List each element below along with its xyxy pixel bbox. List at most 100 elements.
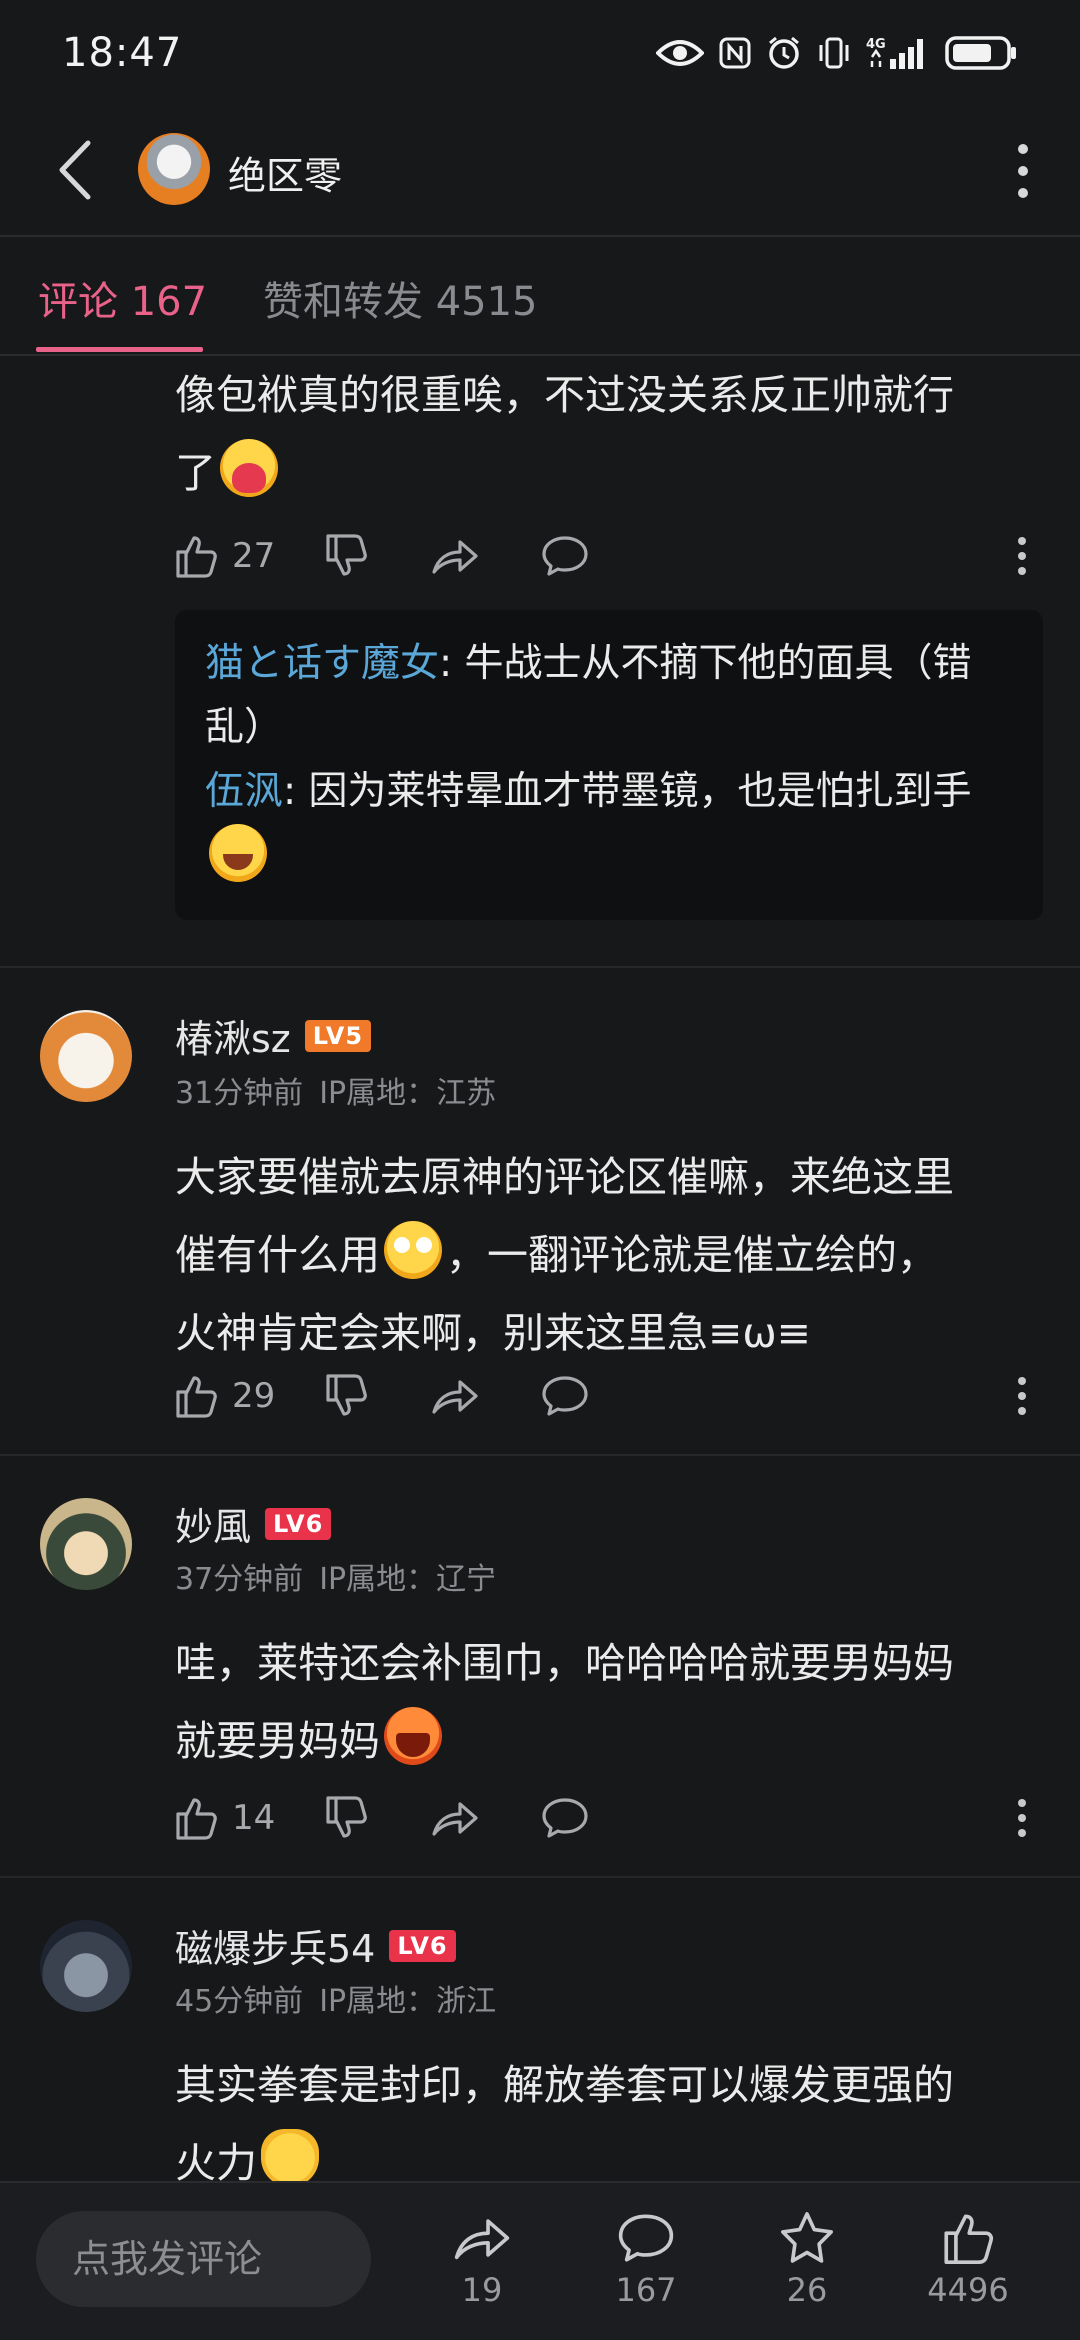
like-count: 27: [232, 536, 276, 576]
comment-count: 167: [615, 2271, 677, 2309]
username-text[interactable]: 椿湫sz: [175, 1008, 291, 1063]
cat-emoji-icon: [261, 2129, 319, 2181]
nfc-icon: [719, 37, 751, 68]
comment-time: 37分钟前: [175, 1562, 304, 1597]
comment-divider: [0, 1454, 1080, 1456]
comment-text: 其实拳套是封印，解放拳套可以爆发更强的 火力: [175, 2046, 1045, 2181]
like-button[interactable]: 27: [172, 532, 282, 580]
comment-text-line: 像包袱真的很重唉，不过没关系反正帅就行: [175, 371, 954, 419]
favorite-action[interactable]: 26: [747, 2209, 867, 2309]
avatar[interactable]: [40, 1010, 132, 1102]
share-button[interactable]: [430, 1372, 480, 1420]
reply-item: 伍沨: 因为莱特晕血才带墨镜，也是怕扎到手: [205, 760, 1013, 892]
username-text[interactable]: 妙風: [175, 1496, 251, 1551]
reply-preview-box[interactable]: 猫と话す魔女: 牛战士从不摘下他的面具（错乱） 伍沨: 因为莱特晕血才带墨镜，也…: [175, 610, 1043, 920]
like-count: 14: [232, 1798, 276, 1838]
comment-text-line: 火神肯定会来啊，别来这里急≡ω≡: [175, 1309, 812, 1357]
username-text[interactable]: 磁爆步兵54: [175, 1918, 375, 1973]
comment-meta: 45分钟前 IP属地：浙江: [175, 1976, 512, 2020]
like-count: 4496: [927, 2271, 1009, 2309]
like-button[interactable]: 29: [172, 1372, 282, 1420]
level-badge: LV6: [389, 1929, 456, 1962]
page-title[interactable]: 绝区零: [228, 145, 342, 200]
comment-bubble-icon: [542, 536, 588, 576]
comment-more-icon[interactable]: [1016, 1376, 1028, 1416]
reply-item: 猫と话す魔女: 牛战士从不摘下他的面具（错乱）: [205, 632, 1013, 760]
comment-text-line: 催有什么用 ，一翻评论就是催立绘的，: [175, 1216, 1045, 1294]
comment-bubble-icon: [542, 1376, 588, 1416]
tab-comments[interactable]: 评论 167: [38, 269, 207, 327]
comment-more-icon[interactable]: [1016, 536, 1028, 576]
status-bar: 18:47 4G: [0, 0, 1080, 105]
tab-active-indicator: [36, 347, 203, 352]
comment-bubble-icon: [618, 2214, 674, 2262]
comment-text-line: 就要男妈妈: [175, 1702, 1045, 1780]
reply-text: : 因为莱特晕血才带墨镜，也是怕扎到手: [283, 769, 972, 814]
comment-input[interactable]: 点我发评论: [36, 2211, 371, 2307]
tab-likes-reposts[interactable]: 赞和转发 4515: [263, 269, 538, 327]
share-action[interactable]: 19: [422, 2209, 542, 2309]
share-count: 19: [461, 2271, 503, 2309]
comment-more-icon[interactable]: [1016, 1798, 1028, 1838]
comment-meta: 37分钟前 IP属地：辽宁: [175, 1554, 512, 1598]
comment-time: 31分钟前: [175, 1076, 304, 1111]
star-icon: [781, 2212, 833, 2263]
comment-ip-location: IP属地：浙江: [319, 1984, 497, 2019]
thumbs-up-icon: [176, 1376, 217, 1418]
reply-button[interactable]: [540, 1372, 590, 1420]
comment-actions: 14: [172, 1788, 1052, 1848]
level-badge: LV5: [304, 1019, 372, 1052]
share-button[interactable]: [430, 1794, 480, 1842]
comment-divider: [0, 966, 1080, 968]
thumbs-down-icon: [326, 534, 367, 576]
comment-text: 像包袱真的很重唉，不过没关系反正帅就行 了: [175, 356, 1045, 512]
heart-hug-emoji-icon: [220, 439, 278, 497]
comment-username[interactable]: 妙風 LV6: [175, 1496, 332, 1551]
share-icon: [432, 1802, 478, 1836]
share-icon: [432, 540, 478, 574]
avatar[interactable]: [40, 1920, 132, 2012]
eye-roll-emoji-icon: [384, 1221, 442, 1279]
status-time: 18:47: [62, 29, 183, 76]
header-avatar[interactable]: [138, 133, 210, 205]
more-options-icon[interactable]: [1008, 141, 1038, 201]
dislike-button[interactable]: [322, 1794, 370, 1842]
comment-action[interactable]: 167: [586, 2209, 706, 2309]
dislike-button[interactable]: [322, 1372, 370, 1420]
thumbs-up-icon: [176, 536, 217, 578]
comment-text-line: 了: [175, 434, 1045, 512]
signal-icon: 4G: [866, 37, 923, 69]
reply-username[interactable]: 伍沨: [205, 769, 283, 814]
comment-actions: 27: [172, 526, 1052, 586]
comment-meta: 31分钟前 IP属地：江苏: [175, 1068, 512, 1112]
reply-button[interactable]: [540, 1794, 590, 1842]
reply-username[interactable]: 猫と话す魔女: [205, 641, 439, 686]
comment-time: 45分钟前: [175, 1984, 304, 2019]
comment-text: 哇，莱特还会补围巾，哈哈哈哈就要男妈妈 就要男妈妈: [175, 1624, 1045, 1780]
comment-username[interactable]: 椿湫sz LV5: [175, 1008, 372, 1063]
like-action[interactable]: 4496: [908, 2209, 1028, 2309]
like-count: 29: [232, 1376, 276, 1416]
comment-bubble-icon: [542, 1798, 588, 1838]
comment-text-line: 火力: [175, 2124, 1045, 2181]
status-icons: 4G: [656, 34, 1018, 72]
vibrate-icon: [819, 37, 849, 68]
dislike-button[interactable]: [322, 532, 370, 580]
share-button[interactable]: [430, 532, 480, 580]
back-arrow-icon[interactable]: [50, 135, 100, 205]
eye-icon: [656, 39, 704, 66]
comment-username[interactable]: 磁爆步兵54 LV6: [175, 1918, 456, 1973]
reply-button[interactable]: [540, 532, 590, 580]
comment-list[interactable]: 像包袱真的很重唉，不过没关系反正帅就行 了 27 猫と话す魔女: 牛战士从不摘下…: [0, 356, 1080, 2181]
comment-text-line: 哇，莱特还会补围巾，哈哈哈哈就要男妈妈: [175, 1639, 954, 1687]
battery-icon: [945, 35, 1016, 70]
avatar[interactable]: [40, 1498, 132, 1590]
comment-ip-location: IP属地：辽宁: [319, 1562, 497, 1597]
laugh-cry-emoji-icon: [209, 824, 267, 882]
share-icon: [432, 1380, 478, 1414]
comment-text-line: 大家要催就去原神的评论区催嘛，来绝这里: [175, 1153, 954, 1201]
level-badge: LV6: [265, 1507, 332, 1540]
alarm-icon: [769, 36, 799, 69]
like-button[interactable]: 14: [172, 1794, 282, 1842]
comment-ip-location: IP属地：江苏: [319, 1076, 497, 1111]
